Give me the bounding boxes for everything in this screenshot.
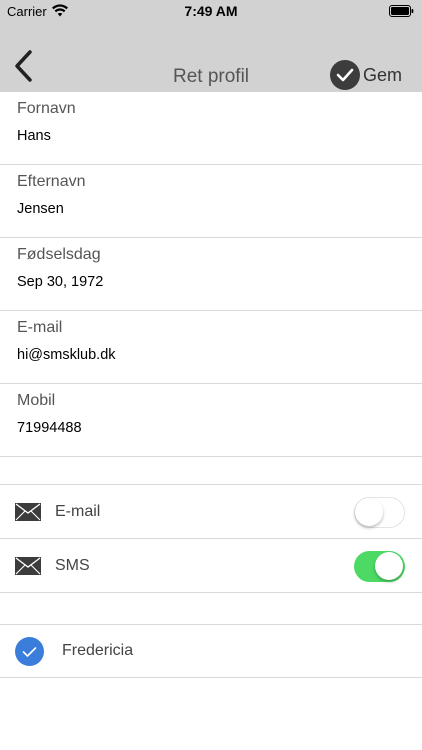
clock: 7:49 AM	[184, 3, 238, 19]
email-notification-row: E-mail	[0, 485, 422, 539]
switch-knob	[375, 552, 403, 580]
checkmark-icon	[15, 637, 44, 666]
field-label: Mobil	[17, 392, 56, 409]
email-notification-switch[interactable]	[354, 497, 405, 528]
last-name-field[interactable]: Efternavn Jensen	[0, 165, 422, 238]
sms-notification-row: SMS	[0, 539, 422, 593]
sms-notification-switch[interactable]	[354, 551, 405, 582]
navigation-bar: Ret profil Gem	[0, 22, 422, 92]
email-input[interactable]: hi@smsklub.dk	[17, 347, 116, 363]
field-label: Fornavn	[17, 100, 76, 117]
save-button[interactable]: Gem	[329, 60, 402, 90]
envelope-icon	[15, 503, 41, 521]
checkmark-circle-icon	[329, 60, 360, 90]
toggle-label: SMS	[55, 557, 90, 574]
envelope-icon	[15, 557, 41, 575]
last-name-input[interactable]: Jensen	[17, 201, 64, 217]
battery-icon	[389, 5, 414, 17]
email-field[interactable]: E-mail hi@smsklub.dk	[0, 311, 422, 384]
toggle-label: E-mail	[55, 503, 101, 520]
first-name-input[interactable]: Hans	[17, 128, 51, 144]
birthday-field[interactable]: Fødselsdag Sep 30, 1972	[0, 238, 422, 311]
field-label: Efternavn	[17, 173, 86, 190]
field-label: Fødselsdag	[17, 246, 101, 263]
first-name-field[interactable]: Fornavn Hans	[0, 92, 422, 165]
club-item-fredericia[interactable]: Fredericia	[0, 624, 422, 678]
field-label: E-mail	[17, 319, 63, 336]
status-bar: Carrier 7:49 AM	[0, 0, 422, 22]
mobile-input[interactable]: 71994488	[17, 420, 82, 436]
save-label: Gem	[362, 64, 402, 85]
birthday-input[interactable]: Sep 30, 1972	[17, 274, 103, 290]
switch-knob	[355, 498, 383, 526]
club-label: Fredericia	[62, 642, 134, 659]
mobile-field[interactable]: Mobil 71994488	[0, 384, 422, 457]
